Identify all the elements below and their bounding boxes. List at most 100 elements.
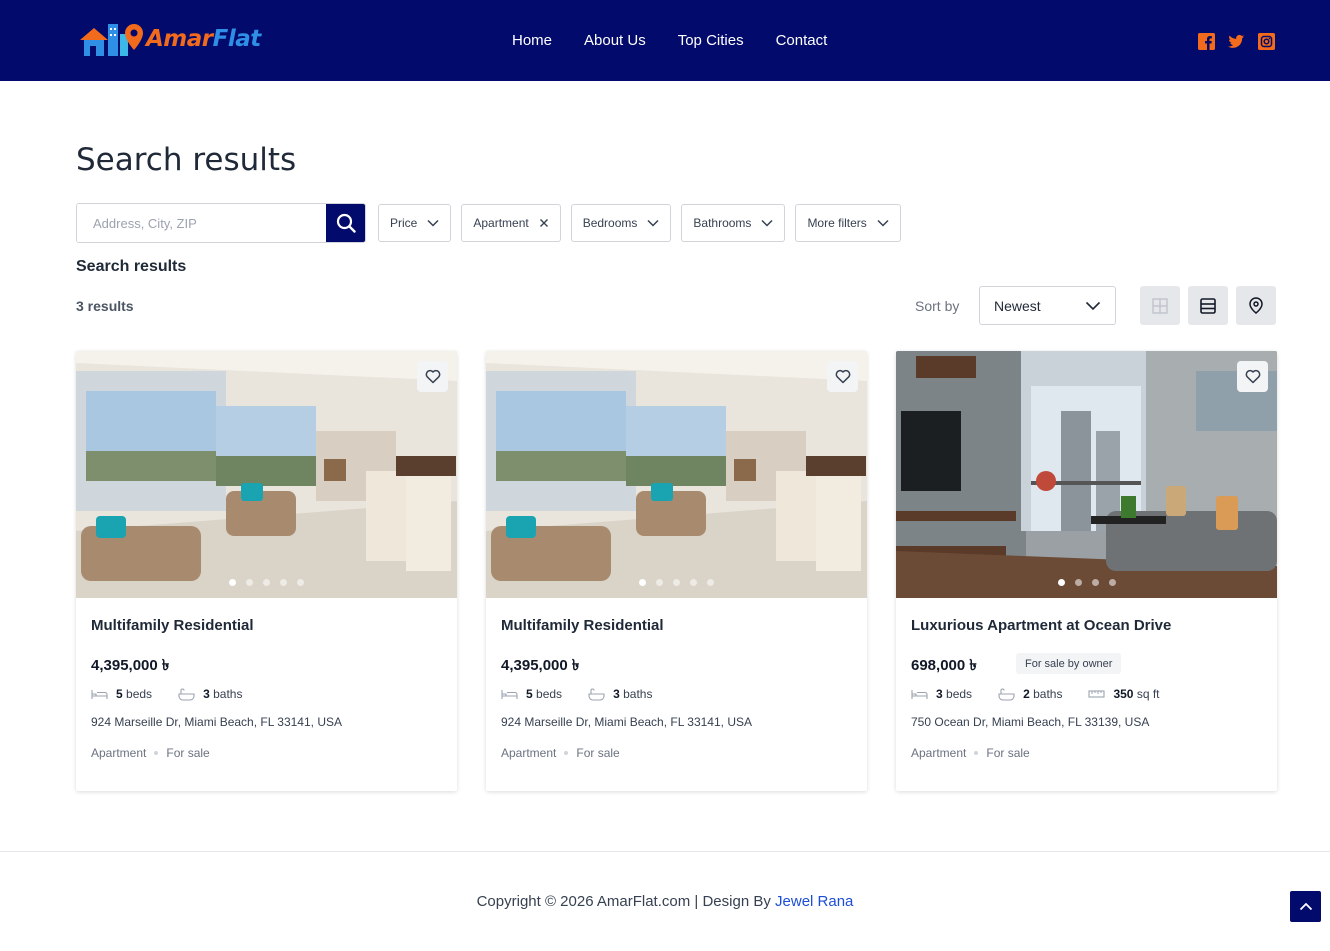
listing-price: 4,395,000 ৳ xyxy=(91,657,170,674)
filter-label: More filters xyxy=(807,216,867,230)
twitter-icon[interactable] xyxy=(1228,33,1245,50)
heart-icon xyxy=(835,369,850,384)
nav-contact-link[interactable]: Contact xyxy=(776,32,828,49)
close-icon[interactable] xyxy=(539,218,549,228)
page-title: Search results xyxy=(76,142,297,178)
listing-card[interactable]: Multifamily Residential 4,395,000 ৳ 5 be… xyxy=(486,351,867,791)
carousel-dot[interactable] xyxy=(229,579,236,586)
listing-title[interactable]: Multifamily Residential xyxy=(91,617,254,634)
beds-count: 3 xyxy=(936,687,943,701)
nav-about-link[interactable]: About Us xyxy=(584,32,646,49)
baths-label: baths xyxy=(623,687,653,701)
carousel-dot[interactable] xyxy=(1108,579,1116,586)
heart-icon xyxy=(425,369,440,384)
logo-house-icon xyxy=(80,24,143,56)
listing-image-carousel[interactable] xyxy=(76,351,457,598)
carousel-dots xyxy=(76,579,457,586)
listing-card[interactable]: Multifamily Residential 4,395,000 ৳ 5 be… xyxy=(76,351,457,791)
instagram-icon[interactable] xyxy=(1258,33,1275,50)
separator-dot xyxy=(154,751,159,755)
nav-top-cities-link[interactable]: Top Cities xyxy=(678,32,744,49)
filter-more[interactable]: More filters xyxy=(795,204,901,242)
listing-tags: Apartment For sale xyxy=(911,746,1030,760)
carousel-dot[interactable] xyxy=(690,579,697,586)
listing-title[interactable]: Multifamily Residential xyxy=(501,617,664,634)
baths-label: baths xyxy=(1033,687,1063,701)
listing-status: For sale xyxy=(576,746,620,760)
search-bar xyxy=(76,203,366,243)
nav-home-link[interactable]: Home xyxy=(512,32,552,49)
filter-label: Apartment xyxy=(473,216,529,230)
listing-tags: Apartment For sale xyxy=(91,746,210,760)
carousel-dot[interactable] xyxy=(1074,579,1082,586)
carousel-dot[interactable] xyxy=(280,579,287,586)
bath-icon xyxy=(588,688,605,701)
chevron-down-icon xyxy=(427,219,439,227)
brand-logo[interactable]: AmarFlat xyxy=(78,18,261,60)
listing-photo xyxy=(486,351,867,598)
favorite-button[interactable] xyxy=(417,361,448,392)
carousel-dot[interactable] xyxy=(707,579,714,586)
heart-icon xyxy=(1245,369,1260,384)
carousel-dot[interactable] xyxy=(297,579,304,586)
brand-name: AmarFlat xyxy=(146,26,261,52)
listing-card[interactable]: Luxurious Apartment at Ocean Drive 698,0… xyxy=(896,351,1277,791)
facebook-icon[interactable] xyxy=(1198,33,1215,50)
chevron-down-icon xyxy=(647,219,659,227)
carousel-dot[interactable] xyxy=(656,579,663,586)
results-subtitle: Search results xyxy=(76,258,187,275)
list-view-button[interactable] xyxy=(1188,286,1228,325)
carousel-dot[interactable] xyxy=(246,579,253,586)
listing-type: Apartment xyxy=(911,746,967,760)
filter-apartment[interactable]: Apartment xyxy=(461,204,561,242)
baths-spec: 2 baths xyxy=(998,687,1062,701)
beds-spec: 5 beds xyxy=(91,687,152,701)
area-label: sq ft xyxy=(1136,687,1160,701)
beds-label: beds xyxy=(536,687,563,701)
favorite-button[interactable] xyxy=(1237,361,1268,392)
listing-address: 924 Marseille Dr, Miami Beach, FL 33141,… xyxy=(91,715,342,729)
filter-bedrooms[interactable]: Bedrooms xyxy=(570,204,672,242)
listing-image-carousel[interactable] xyxy=(896,351,1277,598)
filter-bathrooms[interactable]: Bathrooms xyxy=(681,204,786,242)
area-spec: 350 sq ft xyxy=(1088,687,1160,701)
area-ruler-icon xyxy=(1088,690,1106,698)
baths-label: baths xyxy=(213,687,243,701)
filter-bar: Price Apartment Bedrooms Bathrooms More … xyxy=(378,204,901,242)
grid-view-button[interactable] xyxy=(1140,286,1180,325)
carousel-dot[interactable] xyxy=(1057,579,1065,586)
sort-select[interactable]: Newest xyxy=(979,286,1116,325)
listing-photo xyxy=(896,351,1277,598)
carousel-dot[interactable] xyxy=(639,579,646,586)
listing-price: 698,000 ৳ xyxy=(911,657,977,674)
main-nav: Home About Us Top Cities Contact xyxy=(496,0,843,81)
listing-specs: 3 beds 2 baths 350 sq ft xyxy=(911,687,1160,701)
filter-label: Bathrooms xyxy=(693,216,752,230)
listing-photo xyxy=(76,351,457,598)
carousel-dot[interactable] xyxy=(263,579,270,586)
map-view-button[interactable] xyxy=(1236,286,1276,325)
filter-label: Price xyxy=(390,216,418,230)
search-input[interactable] xyxy=(77,204,326,242)
listing-price: 4,395,000 ৳ xyxy=(501,657,580,674)
top-navbar: AmarFlat Home About Us Top Cities Contac… xyxy=(0,0,1330,81)
scroll-to-top-button[interactable] xyxy=(1290,891,1321,922)
listing-image-carousel[interactable] xyxy=(486,351,867,598)
filter-price[interactable]: Price xyxy=(378,204,452,242)
author-link[interactable]: Jewel Rana xyxy=(775,893,853,910)
copyright-text: Copyright © 2026 AmarFlat.com | Design B… xyxy=(476,893,771,910)
listing-specs: 5 beds 3 baths xyxy=(91,687,242,701)
carousel-dot[interactable] xyxy=(1091,579,1099,586)
beds-count: 5 xyxy=(116,687,123,701)
listing-title[interactable]: Luxurious Apartment at Ocean Drive xyxy=(911,617,1171,634)
results-count: 3 results xyxy=(76,298,134,314)
brand-name-part2: Flat xyxy=(212,26,262,52)
chevron-down-icon xyxy=(761,219,773,227)
footer-copyright: Copyright © 2026 AmarFlat.com | Design B… xyxy=(0,893,1330,910)
favorite-button[interactable] xyxy=(827,361,858,392)
chevron-down-icon xyxy=(877,219,889,227)
carousel-dot[interactable] xyxy=(673,579,680,586)
search-button[interactable] xyxy=(326,204,365,242)
chevron-down-icon xyxy=(1085,301,1101,310)
baths-count: 2 xyxy=(1023,687,1030,701)
